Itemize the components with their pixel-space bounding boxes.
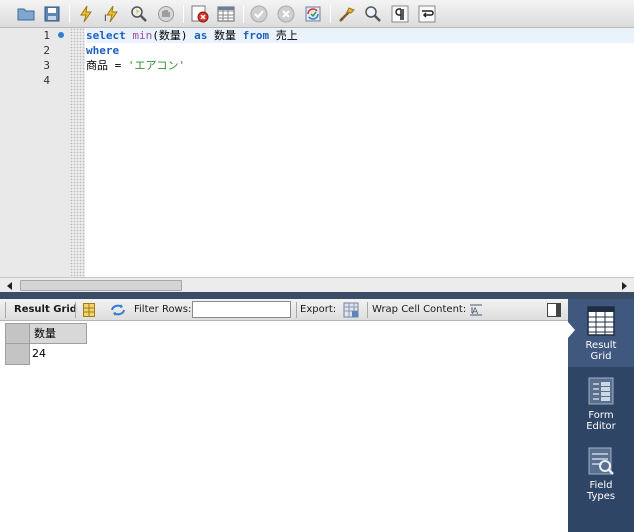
code-token: 'エアコン' [127, 59, 186, 72]
side-tab-label: Form [588, 410, 614, 421]
column-header[interactable]: 数量 [30, 323, 87, 344]
toggle-results-icon[interactable] [215, 3, 237, 25]
toolbar-separator [69, 5, 70, 23]
toolbar-separator [243, 5, 244, 23]
svg-text:I: I [104, 14, 107, 23]
result-side-panel: Result Grid Form Editor Field Types [568, 299, 634, 532]
scroll-left-icon[interactable] [3, 279, 17, 292]
fold-margin[interactable] [70, 28, 85, 277]
code-line[interactable]: where [86, 43, 119, 58]
sql-editor-toolbar: I [0, 0, 634, 28]
side-tab-label: Types [586, 491, 616, 502]
find-icon[interactable] [362, 3, 384, 25]
export-icon[interactable] [343, 302, 359, 318]
code-token: where [86, 44, 120, 57]
toolbar-separator [75, 302, 76, 318]
autocommit-icon[interactable] [302, 3, 324, 25]
line-number: 2 [43, 44, 50, 57]
beautify-icon[interactable] [336, 3, 358, 25]
sql-editor[interactable]: 1 2 3 4 select min(数量) as 数量 from 売上 whe… [0, 28, 634, 277]
code-token: as [194, 29, 208, 42]
code-line[interactable]: select min(数量) as 数量 from 売上 [86, 28, 298, 43]
side-tab-field-types[interactable]: Field Types [568, 439, 634, 507]
word-wrap-icon[interactable] [416, 3, 438, 25]
commit-icon[interactable] [248, 3, 270, 25]
grid-layout-icon[interactable] [81, 302, 97, 318]
toggle-panel-icon[interactable] [546, 302, 562, 318]
code-token: (数量) [152, 29, 195, 42]
horizontal-scrollbar[interactable] [0, 277, 634, 292]
side-tab-label: Field [589, 480, 613, 491]
line-number-gutter: 1 2 3 4 [0, 28, 70, 277]
line-number: 1 [43, 29, 50, 42]
side-tab-label: Result [585, 340, 617, 351]
line-number: 4 [43, 74, 50, 87]
execute-icon[interactable] [75, 3, 97, 25]
filter-rows-input[interactable] [192, 301, 291, 318]
stop-icon[interactable] [155, 3, 177, 25]
scroll-right-icon[interactable] [617, 279, 631, 292]
code-token: 売上 [269, 29, 298, 42]
code-token: 商品 = [86, 59, 128, 72]
toolbar-separator [183, 5, 184, 23]
toolbar-grip [5, 302, 6, 318]
refresh-icon[interactable] [110, 302, 126, 318]
rollback-icon[interactable] [275, 3, 297, 25]
grid-corner-cell[interactable] [5, 323, 30, 344]
invisible-chars-icon[interactable] [389, 3, 411, 25]
filter-rows-label: Filter Rows: [134, 304, 192, 315]
line-number: 3 [43, 59, 50, 72]
grid-cell[interactable]: 24 [30, 344, 87, 365]
form-editor-icon [587, 376, 615, 406]
panel-splitter[interactable] [0, 292, 634, 299]
scrollbar-thumb[interactable] [20, 280, 182, 291]
side-tab-label: Editor [586, 421, 616, 432]
side-tab-result-grid[interactable]: Result Grid [568, 299, 634, 367]
result-toolbar: Result Grid Filter Rows: Export: Wrap Ce… [0, 299, 568, 321]
statement-marker-icon [58, 32, 64, 38]
code-token: from [242, 29, 270, 42]
code-token: select [86, 29, 126, 42]
explain-icon[interactable] [128, 3, 150, 25]
code-token: min [132, 29, 153, 42]
row-header[interactable] [5, 344, 30, 365]
field-types-icon [587, 446, 615, 476]
open-folder-icon[interactable] [15, 3, 37, 25]
wrap-text-icon[interactable]: A [468, 302, 484, 318]
side-tab-form-editor[interactable]: Form Editor [568, 369, 634, 437]
side-tab-label: Grid [590, 351, 612, 362]
execute-current-icon[interactable]: I [101, 3, 123, 25]
toolbar-separator [296, 302, 297, 318]
active-tab-pointer [568, 322, 575, 338]
toggle-error-icon[interactable] [189, 3, 211, 25]
result-grid[interactable]: 数量 24 [0, 321, 568, 532]
toolbar-separator [330, 5, 331, 23]
export-label: Export: [300, 304, 337, 315]
save-icon[interactable] [41, 3, 63, 25]
result-grid-icon [587, 306, 615, 336]
toolbar-separator [367, 302, 368, 318]
code-line[interactable]: 商品 = 'エアコン' [86, 58, 185, 73]
code-token: 数量 [207, 29, 243, 42]
svg-text:A: A [472, 307, 479, 317]
result-grid-label: Result Grid [14, 304, 77, 315]
wrap-cell-content-label: Wrap Cell Content: [372, 304, 467, 315]
